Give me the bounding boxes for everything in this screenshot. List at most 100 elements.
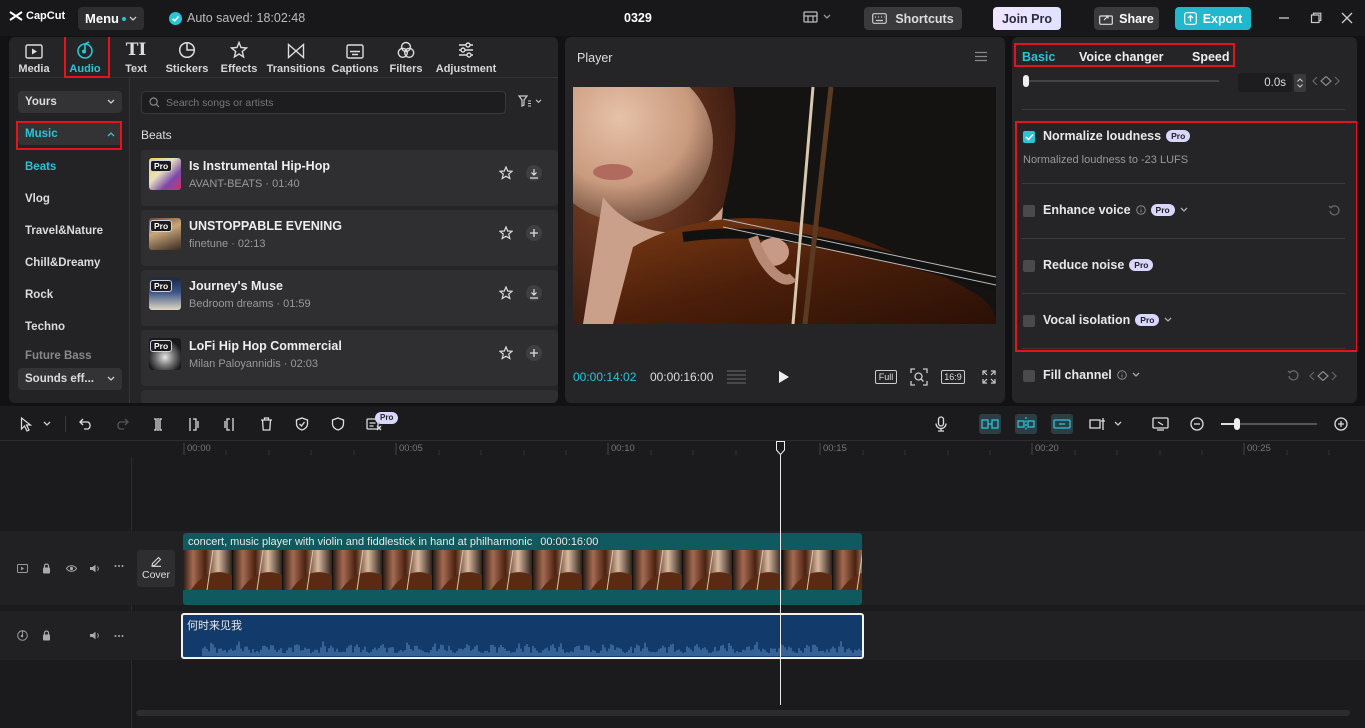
favorite-button[interactable] bbox=[499, 166, 513, 180]
preview-axis-button[interactable] bbox=[1088, 414, 1108, 434]
favorite-button[interactable] bbox=[499, 286, 513, 300]
timecode-list-button[interactable] bbox=[726, 369, 747, 384]
list-item-partial[interactable] bbox=[141, 390, 558, 403]
export-button[interactable]: Export bbox=[1175, 7, 1251, 30]
sidebar-item-vlog[interactable]: Vlog bbox=[18, 188, 122, 210]
full-quality-button[interactable]: Full bbox=[875, 370, 897, 384]
audio-clip[interactable]: 何时来见我 bbox=[181, 613, 864, 659]
download-button[interactable] bbox=[526, 165, 542, 181]
add-button[interactable] bbox=[526, 345, 542, 361]
search-placeholder: Search songs or artists bbox=[166, 96, 274, 109]
video-preview[interactable] bbox=[573, 87, 996, 324]
join-pro-button[interactable]: Join Pro bbox=[993, 7, 1061, 30]
toolbar-captions[interactable]: Captions bbox=[330, 37, 380, 77]
video-track-more-button[interactable] bbox=[114, 564, 124, 568]
filter-button[interactable] bbox=[518, 95, 542, 107]
playhead[interactable] bbox=[780, 441, 781, 705]
split-right-button[interactable] bbox=[219, 414, 239, 434]
sidebar-sounds-effects[interactable]: Sounds eff... bbox=[18, 368, 122, 390]
sidebar-yours[interactable]: Yours bbox=[18, 91, 122, 113]
shortcuts-button[interactable]: Shortcuts bbox=[864, 7, 962, 30]
redo-button[interactable] bbox=[112, 414, 132, 434]
video-clip[interactable]: concert, music player with violin and fi… bbox=[183, 533, 862, 605]
search-input[interactable]: Search songs or artists bbox=[141, 91, 506, 114]
select-tool-dropdown[interactable] bbox=[37, 414, 57, 434]
toolbar-text[interactable]: TI Text bbox=[115, 37, 157, 77]
mute-video-track-button[interactable] bbox=[89, 564, 101, 573]
hide-video-track-button[interactable] bbox=[66, 564, 77, 573]
keyframe-controls[interactable] bbox=[1309, 371, 1337, 381]
toolbar-adjustment[interactable]: Adjustment bbox=[433, 37, 499, 77]
fade-stepper[interactable] bbox=[1294, 74, 1306, 92]
list-item[interactable]: Pro Is Instrumental Hip-Hop AVANT-BEATS … bbox=[141, 150, 558, 206]
record-audio-button[interactable] bbox=[931, 414, 951, 434]
split-button[interactable] bbox=[148, 414, 168, 434]
zoom-out-button[interactable] bbox=[1187, 414, 1207, 434]
share-button[interactable]: Share bbox=[1094, 7, 1159, 30]
sidebar-item-chill-dreamy[interactable]: Chill&Dreamy bbox=[18, 252, 122, 274]
audio-track-more-button[interactable] bbox=[114, 634, 124, 638]
fill-channel-checkbox[interactable] bbox=[1023, 370, 1035, 382]
menu-button[interactable]: Menu bbox=[78, 7, 144, 30]
sidebar-item-beats[interactable]: Beats bbox=[18, 156, 122, 178]
sidebar-item-future-bass[interactable]: Future Bass bbox=[18, 347, 122, 365]
toolbar-stickers[interactable]: Stickers bbox=[164, 37, 210, 77]
project-name[interactable]: 0329 bbox=[624, 11, 652, 25]
toolbar-transitions[interactable]: Transitions bbox=[266, 37, 326, 77]
toolbar-effects[interactable]: Effects bbox=[217, 37, 261, 77]
undo-button[interactable] bbox=[76, 414, 96, 434]
lock-audio-track-button[interactable] bbox=[42, 630, 51, 641]
toolbar-media[interactable]: Media bbox=[13, 37, 55, 77]
timeline-scrollbar[interactable] bbox=[136, 710, 1350, 716]
cover-button[interactable]: Cover bbox=[137, 550, 175, 587]
play-button[interactable] bbox=[778, 370, 790, 384]
favorite-button[interactable] bbox=[499, 346, 513, 360]
delete-button[interactable] bbox=[256, 414, 276, 434]
cover-label: Cover bbox=[141, 569, 170, 581]
zoom-fit-button[interactable] bbox=[910, 368, 928, 386]
favorite-button[interactable] bbox=[499, 226, 513, 240]
playhead-handle[interactable] bbox=[776, 441, 785, 455]
fit-timeline-button[interactable] bbox=[1150, 414, 1170, 434]
auto-snapping-button[interactable] bbox=[1015, 414, 1037, 434]
main-track-magnet-button[interactable] bbox=[979, 414, 1001, 434]
sidebar-item-techno[interactable]: Techno bbox=[18, 316, 122, 338]
mark-button[interactable] bbox=[292, 414, 312, 434]
linkage-button[interactable] bbox=[1051, 414, 1073, 434]
fade-value-field[interactable]: 0.0s bbox=[1238, 73, 1292, 92]
freeze-button[interactable] bbox=[328, 414, 348, 434]
fullscreen-button[interactable] bbox=[982, 370, 996, 384]
toolbar-separator bbox=[65, 416, 66, 432]
toolbar-filters[interactable]: Filters bbox=[386, 37, 426, 77]
lock-video-track-button[interactable] bbox=[42, 563, 51, 574]
timeline-ruler[interactable] bbox=[183, 441, 1365, 457]
split-left-button[interactable] bbox=[184, 414, 204, 434]
mute-audio-track-button[interactable] bbox=[89, 631, 101, 640]
minimize-button[interactable] bbox=[1278, 12, 1290, 24]
keyframe-controls[interactable] bbox=[1312, 76, 1340, 86]
chevron-down-icon bbox=[107, 376, 115, 381]
player-menu-button[interactable] bbox=[974, 51, 988, 62]
zoom-in-icon bbox=[1334, 417, 1348, 431]
preview-axis-dropdown[interactable] bbox=[1108, 414, 1128, 434]
preview-axis-icon bbox=[1089, 418, 1105, 430]
maximize-button[interactable] bbox=[1310, 12, 1322, 24]
list-item[interactable]: Pro Journey's Muse Bedroom dreams · 01:5… bbox=[141, 270, 558, 326]
sidebar-item-travel-nature[interactable]: Travel&Nature bbox=[18, 220, 122, 242]
close-button[interactable] bbox=[1341, 12, 1353, 24]
download-button[interactable] bbox=[526, 285, 542, 301]
section-title: Beats bbox=[141, 128, 172, 142]
add-button[interactable] bbox=[526, 225, 542, 241]
zoom-in-button[interactable] bbox=[1331, 414, 1351, 434]
reset-fill-button[interactable] bbox=[1287, 369, 1300, 382]
list-item[interactable]: Pro LoFi Hip Hop Commercial Milan Paloya… bbox=[141, 330, 558, 386]
select-tool-button[interactable] bbox=[16, 414, 36, 434]
fade-slider-track[interactable] bbox=[1024, 80, 1219, 82]
list-item[interactable]: Pro UNSTOPPABLE EVENING finetune · 02:13 bbox=[141, 210, 558, 266]
track-title: Journey's Muse bbox=[189, 279, 283, 293]
zoom-slider-thumb[interactable] bbox=[1234, 418, 1240, 430]
layout-button[interactable] bbox=[803, 11, 831, 23]
sidebar-item-rock[interactable]: Rock bbox=[18, 284, 122, 306]
fade-slider-thumb[interactable] bbox=[1023, 75, 1029, 87]
aspect-ratio-button[interactable]: 16:9 bbox=[941, 370, 965, 384]
